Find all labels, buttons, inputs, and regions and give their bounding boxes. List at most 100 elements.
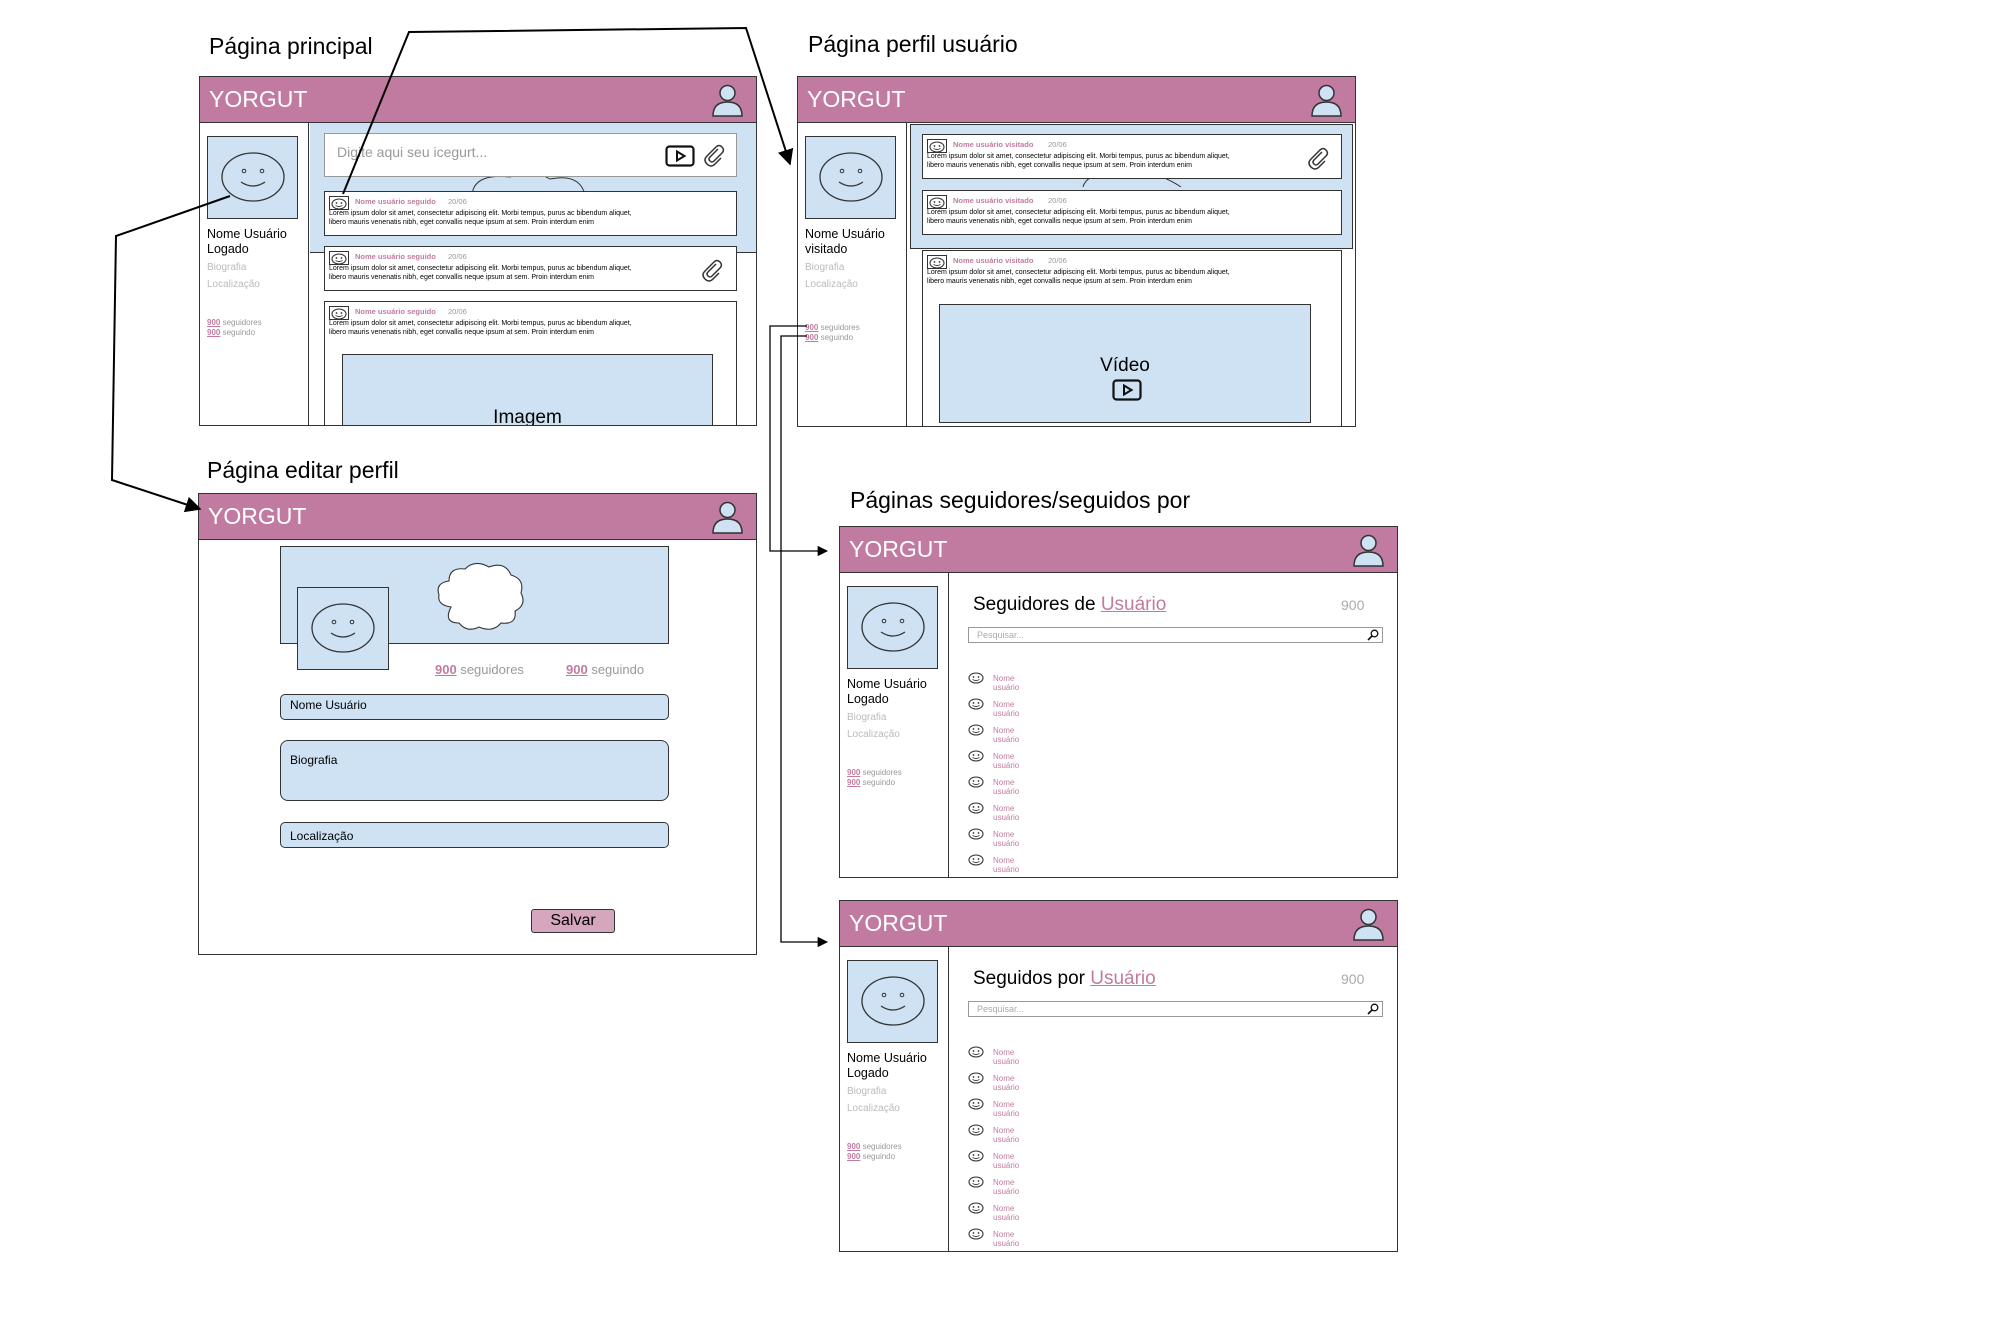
list-item-name[interactable]: Nome usuário bbox=[993, 1074, 1019, 1092]
sidebar-bio: Biografia bbox=[207, 262, 247, 273]
list-item-name[interactable]: Nome usuário bbox=[993, 726, 1019, 744]
following-number[interactable]: 900 bbox=[847, 778, 860, 787]
post-video[interactable]: Vídeo bbox=[939, 304, 1311, 423]
list-item-name[interactable]: Nome usuário bbox=[993, 830, 1019, 848]
followers-number[interactable]: 900 bbox=[805, 323, 818, 332]
edit-avatar[interactable] bbox=[297, 587, 389, 670]
post-text-line: Lorem ipsum dolor sit amet, consectetur … bbox=[329, 320, 632, 327]
following-number[interactable]: 900 bbox=[566, 662, 588, 677]
sidebar-user-name[interactable]: Nome Usuário Logado bbox=[847, 677, 948, 707]
avatar bbox=[805, 136, 896, 219]
smiley-icon bbox=[859, 973, 927, 1029]
list-item-name[interactable]: Nome usuário bbox=[993, 778, 1019, 796]
composer-input[interactable]: Digite aqui seu icegurt... bbox=[324, 133, 737, 177]
following-number[interactable]: 900 bbox=[805, 333, 818, 342]
user-profile-icon[interactable] bbox=[1352, 907, 1385, 941]
user-profile-icon[interactable] bbox=[711, 500, 744, 534]
list-item-name[interactable]: Nome usuário bbox=[993, 700, 1019, 718]
feed-post[interactable]: Nome usuário seguido 20/06 Lorem ipsum d… bbox=[324, 191, 737, 236]
profile-page-frame: YORGUT Nome Usuário visitado Biografia L… bbox=[797, 76, 1356, 427]
feed-post[interactable]: Nome usuário seguido 20/06 Lorem ipsum d… bbox=[324, 246, 737, 291]
cloud-icon bbox=[437, 562, 524, 630]
video-attach-icon[interactable] bbox=[665, 145, 695, 167]
list-item-name[interactable]: Nome usuário bbox=[993, 1126, 1019, 1144]
post-author[interactable]: Nome usuário seguido bbox=[355, 252, 436, 261]
sidebar-user-name[interactable]: Nome Usuário Logado bbox=[207, 227, 308, 257]
post-avatar[interactable] bbox=[329, 306, 349, 320]
list-item-name[interactable]: Nome usuário bbox=[993, 1100, 1019, 1118]
avatar[interactable] bbox=[847, 960, 938, 1043]
following-header: YORGUT bbox=[840, 901, 1397, 947]
smiley-icon bbox=[219, 149, 287, 205]
sidebar-followers-count[interactable]: 900 seguidores bbox=[847, 1142, 902, 1152]
search-placeholder: Pesquisar... bbox=[977, 630, 1025, 640]
post-avatar[interactable] bbox=[329, 251, 349, 265]
profile-post[interactable]: Nome usuário visitado 20/06 Lorem ipsum … bbox=[922, 190, 1342, 235]
edit-following-count[interactable]: 900 seguindo bbox=[566, 662, 644, 677]
main-page-frame: YORGUT Nome Usuário Logado Biografia Loc… bbox=[199, 76, 757, 426]
profile-post[interactable]: Nome usuário visitado 20/06 Lorem ipsum … bbox=[922, 134, 1342, 179]
post-avatar[interactable] bbox=[329, 196, 349, 210]
bio-field[interactable]: Biografia bbox=[280, 740, 669, 801]
post-author[interactable]: Nome usuário seguido bbox=[355, 307, 436, 316]
user-profile-icon[interactable] bbox=[1310, 83, 1343, 117]
sidebar-bio: Biografia bbox=[805, 262, 845, 273]
user-link[interactable]: Usuário bbox=[1090, 968, 1155, 989]
avatar[interactable] bbox=[847, 586, 938, 669]
sidebar-following-count[interactable]: 900 seguindo bbox=[207, 328, 255, 338]
name-field[interactable]: Nome Usuário bbox=[280, 694, 669, 720]
brand-logo[interactable]: YORGUT bbox=[807, 86, 905, 113]
sidebar-followers-count[interactable]: 900 seguidores bbox=[207, 318, 262, 328]
list-item-name[interactable]: Nome usuário bbox=[993, 752, 1019, 770]
feed-post[interactable]: Nome usuário seguido 20/06 Lorem ipsum d… bbox=[324, 301, 737, 425]
list-item-name[interactable]: Nome usuário bbox=[993, 1152, 1019, 1170]
avatar[interactable] bbox=[207, 136, 298, 219]
edit-followers-count[interactable]: 900 seguidores bbox=[435, 662, 524, 677]
user-profile-icon[interactable] bbox=[711, 83, 744, 117]
list-item-name[interactable]: Nome usuário bbox=[993, 1230, 1019, 1248]
post-date: 20/06 bbox=[1048, 256, 1067, 265]
smiley-icon bbox=[968, 828, 984, 840]
post-author[interactable]: Nome usuário seguido bbox=[355, 197, 436, 206]
followers-number[interactable]: 900 bbox=[207, 318, 220, 327]
followers-number[interactable]: 900 bbox=[847, 1142, 860, 1151]
user-link[interactable]: Usuário bbox=[1101, 594, 1166, 615]
sidebar-followers-count[interactable]: 900 seguidores bbox=[847, 768, 902, 778]
brand-logo[interactable]: YORGUT bbox=[849, 910, 947, 937]
search-input[interactable]: Pesquisar... bbox=[968, 1001, 1383, 1017]
list-item-name[interactable]: Nome usuário bbox=[993, 1204, 1019, 1222]
brand-logo[interactable]: YORGUT bbox=[208, 503, 306, 530]
post-image[interactable]: Imagem bbox=[342, 354, 713, 425]
following-word: seguindo bbox=[820, 333, 854, 342]
profile-post[interactable]: Nome usuário visitado 20/06 Lorem ipsum … bbox=[922, 250, 1342, 426]
search-icon[interactable] bbox=[1367, 629, 1379, 641]
save-button[interactable]: Salvar bbox=[531, 909, 615, 933]
followers-number[interactable]: 900 bbox=[435, 662, 457, 677]
brand-logo[interactable]: YORGUT bbox=[849, 536, 947, 563]
paperclip-icon[interactable] bbox=[702, 143, 726, 167]
search-input[interactable]: Pesquisar... bbox=[968, 627, 1383, 643]
smiley-icon bbox=[859, 599, 927, 655]
smiley-icon bbox=[928, 197, 946, 209]
list-item-name[interactable]: Nome usuário bbox=[993, 1048, 1019, 1066]
smiley-icon bbox=[330, 198, 348, 210]
play-icon[interactable] bbox=[1112, 379, 1142, 401]
sidebar-following-count[interactable]: 900 seguindo bbox=[805, 333, 853, 343]
list-item-name[interactable]: Nome usuário bbox=[993, 804, 1019, 822]
user-profile-icon[interactable] bbox=[1352, 533, 1385, 567]
following-number[interactable]: 900 bbox=[207, 328, 220, 337]
followers-number[interactable]: 900 bbox=[847, 768, 860, 777]
sidebar-following-count[interactable]: 900 seguindo bbox=[847, 778, 895, 788]
list-item-name[interactable]: Nome usuário bbox=[993, 1178, 1019, 1196]
list-item-name[interactable]: Nome usuário bbox=[993, 674, 1019, 692]
list-item-name[interactable]: Nome usuário bbox=[993, 856, 1019, 874]
location-field[interactable]: Localização bbox=[280, 822, 669, 848]
post-text: Lorem ipsum dolor sit amet, consectetur … bbox=[329, 320, 659, 337]
following-number[interactable]: 900 bbox=[847, 1152, 860, 1161]
post-text-line: libero mauris venenatis nibh, eget conva… bbox=[927, 277, 1192, 285]
sidebar-followers-count[interactable]: 900 seguidores bbox=[805, 323, 860, 333]
sidebar-user-name[interactable]: Nome Usuário Logado bbox=[847, 1051, 948, 1081]
search-icon[interactable] bbox=[1367, 1003, 1379, 1015]
brand-logo[interactable]: YORGUT bbox=[209, 86, 307, 113]
sidebar-following-count[interactable]: 900 seguindo bbox=[847, 1152, 895, 1162]
